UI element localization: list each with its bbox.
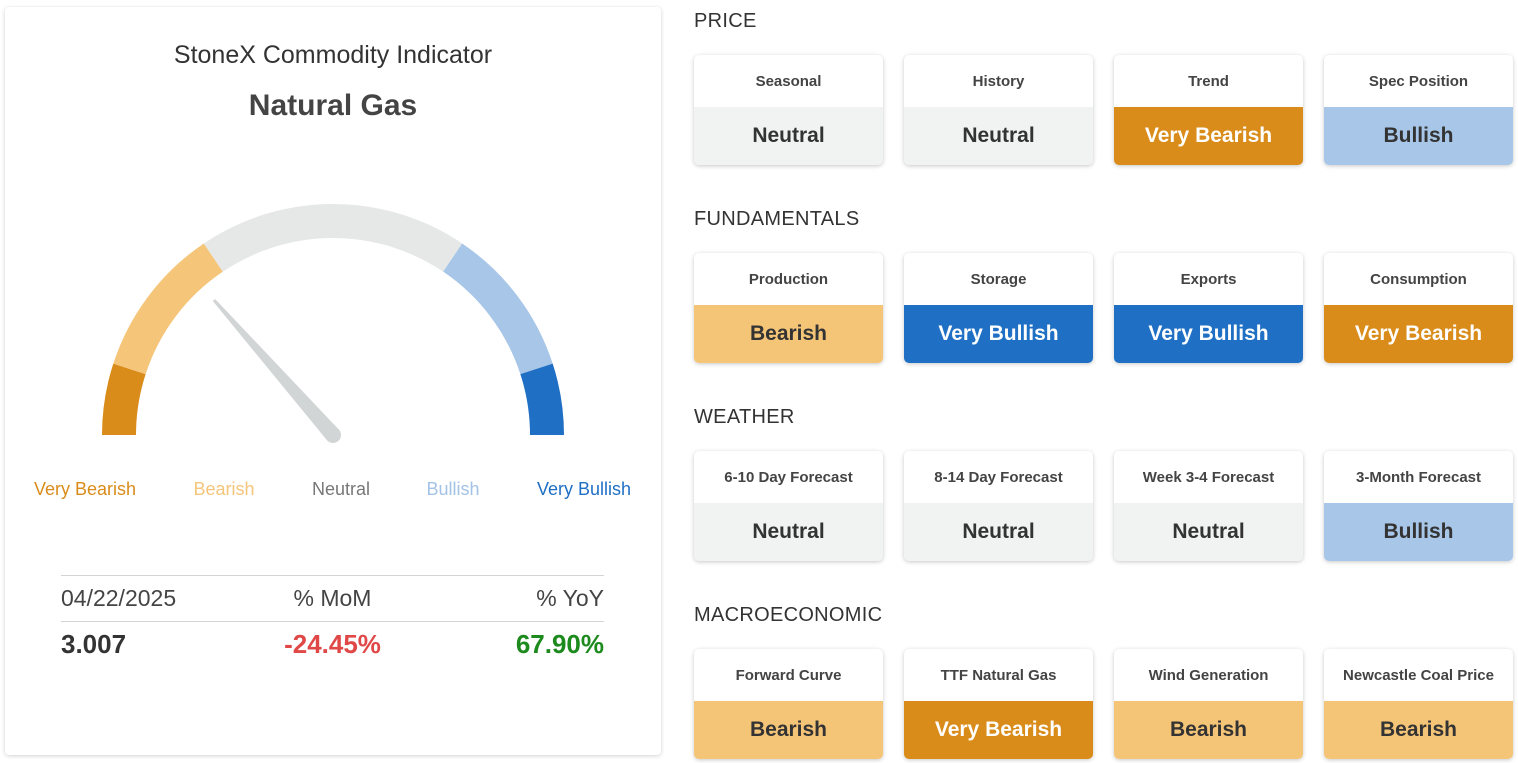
card-sentiment: Bullish xyxy=(1324,107,1513,165)
stats-mom-label: % MoM xyxy=(293,585,372,611)
card-label: 8-14 Day Forecast xyxy=(934,468,1063,486)
card-sentiment: Bearish xyxy=(694,305,883,363)
scale-label-bullish: Bullish xyxy=(426,479,480,499)
card-label: Newcastle Coal Price xyxy=(1343,666,1494,684)
stats-header-row: 04/22/2025 % MoM % YoY xyxy=(61,575,604,621)
card-8-14-day-forecast[interactable]: 8-14 Day Forecast Neutral xyxy=(904,451,1093,561)
card-label: TTF Natural Gas xyxy=(940,666,1057,684)
card-seasonal[interactable]: Seasonal Neutral xyxy=(694,55,883,165)
gauge-segment-bearish xyxy=(113,243,224,375)
card-sentiment: Very Bearish xyxy=(904,701,1093,759)
stats-price: 3.007 xyxy=(61,629,127,659)
card-sentiment: Very Bullish xyxy=(1114,305,1303,363)
scale-label-bearish: Bearish xyxy=(193,479,255,499)
card-week-3-4-forecast[interactable]: Week 3-4 Forecast Neutral xyxy=(1114,451,1303,561)
card-wind-generation[interactable]: Wind Generation Bearish xyxy=(1114,649,1303,759)
price-stats-table: 04/22/2025 % MoM % YoY 3.007 -24.45% 67.… xyxy=(61,575,604,667)
scale-label-very-bearish: Very Bearish xyxy=(33,479,137,499)
card-label: Exports xyxy=(1180,270,1237,288)
card-3-month-forecast[interactable]: 3-Month Forecast Bullish xyxy=(1324,451,1513,561)
stats-yoy-label: % YoY xyxy=(536,585,604,611)
card-production[interactable]: Production Bearish xyxy=(694,253,883,363)
card-label: Consumption xyxy=(1370,270,1467,288)
stats-mom-value: -24.45% xyxy=(284,629,381,659)
card-6-10-day-forecast[interactable]: 6-10 Day Forecast Neutral xyxy=(694,451,883,561)
gauge-needle xyxy=(212,299,339,441)
scale-label-very-bullish: Very Bullish xyxy=(536,479,632,499)
card-label: Trend xyxy=(1188,72,1229,90)
card-label: Spec Position xyxy=(1368,72,1469,90)
gauge-needle-hub xyxy=(325,427,341,443)
card-sentiment: Neutral xyxy=(694,107,883,165)
section-title-macroeconomic: MACROECONOMIC xyxy=(694,604,883,626)
indicator-panel: StoneX Commodity Indicator Natural Gas V… xyxy=(5,7,661,755)
card-label: Week 3-4 Forecast xyxy=(1142,468,1275,486)
card-ttf-natural-gas[interactable]: TTF Natural Gas Very Bearish xyxy=(904,649,1093,759)
card-sentiment: Bearish xyxy=(694,701,883,759)
gauge-segment-very-bearish xyxy=(102,363,146,436)
card-label: Production xyxy=(748,270,829,288)
card-sentiment: Bearish xyxy=(1114,701,1303,759)
gauge-segment-bullish xyxy=(442,243,553,375)
card-history[interactable]: History Neutral xyxy=(904,55,1093,165)
card-sentiment: Neutral xyxy=(1114,503,1303,561)
card-spec-position[interactable]: Spec Position Bullish xyxy=(1324,55,1513,165)
card-label: 3-Month Forecast xyxy=(1355,468,1481,486)
card-sentiment: Very Bearish xyxy=(1114,107,1303,165)
card-sentiment: Neutral xyxy=(694,503,883,561)
card-sentiment: Neutral xyxy=(904,107,1093,165)
card-sentiment: Bullish xyxy=(1324,503,1513,561)
section-title-weather: WEATHER xyxy=(694,406,795,428)
card-exports[interactable]: Exports Very Bullish xyxy=(1114,253,1303,363)
card-sentiment: Neutral xyxy=(904,503,1093,561)
gauge-segment-neutral xyxy=(203,204,463,272)
card-consumption[interactable]: Consumption Very Bearish xyxy=(1324,253,1513,363)
card-sentiment: Very Bullish xyxy=(904,305,1093,363)
card-label: Wind Generation xyxy=(1148,666,1269,684)
card-storage[interactable]: Storage Very Bullish xyxy=(904,253,1093,363)
card-forward-curve[interactable]: Forward Curve Bearish xyxy=(694,649,883,759)
card-sentiment: Very Bearish xyxy=(1324,305,1513,363)
stats-yoy-value: 67.90% xyxy=(515,629,604,659)
card-label: Seasonal xyxy=(755,72,822,90)
stats-date: 04/22/2025 xyxy=(61,585,177,611)
stats-values-row: 3.007 -24.45% 67.90% xyxy=(61,621,604,667)
card-sentiment: Bearish xyxy=(1324,701,1513,759)
card-label: History xyxy=(972,72,1025,90)
card-newcastle-coal-price[interactable]: Newcastle Coal Price Bearish xyxy=(1324,649,1513,759)
section-title-price: PRICE xyxy=(694,10,757,32)
card-label: Forward Curve xyxy=(735,666,842,684)
scale-label-neutral: Neutral xyxy=(311,479,371,499)
card-trend[interactable]: Trend Very Bearish xyxy=(1114,55,1303,165)
sentiment-gauge xyxy=(102,204,564,443)
section-title-fundamentals: FUNDAMENTALS xyxy=(694,208,860,230)
card-label: 6-10 Day Forecast xyxy=(724,468,853,486)
card-label: Storage xyxy=(970,270,1027,288)
gauge-segment-very-bullish xyxy=(520,363,564,436)
